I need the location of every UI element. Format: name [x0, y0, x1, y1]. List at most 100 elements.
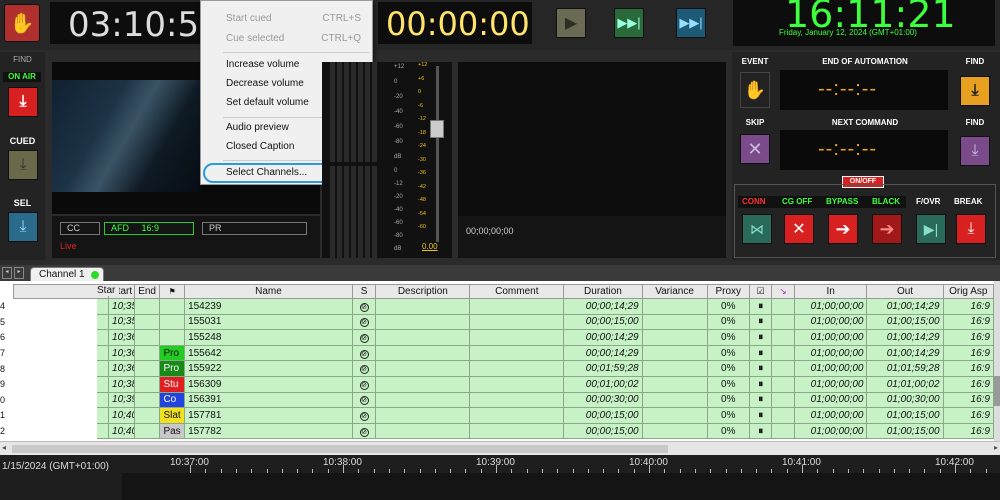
- in-cell[interactable]: 01;00;00;00: [793, 422, 868, 440]
- header-check[interactable]: ☑: [748, 284, 773, 299]
- duration-cell[interactable]: 00;01;00;02: [563, 375, 643, 393]
- name-cell[interactable]: 155248: [184, 329, 353, 346]
- tab-nav-right[interactable]: ▸: [14, 267, 24, 279]
- arrow-cell[interactable]: [771, 298, 795, 315]
- end-cell[interactable]: [133, 298, 161, 315]
- proxy-cell[interactable]: 0%: [706, 313, 750, 331]
- s-cell[interactable]: ⊘: [351, 329, 377, 346]
- check-cell[interactable]: ⏸: [748, 391, 773, 409]
- name-cell[interactable]: 154239: [184, 298, 353, 315]
- comment-cell[interactable]: [469, 407, 565, 424]
- arrow-cell[interactable]: [771, 422, 795, 440]
- description-cell[interactable]: [375, 313, 471, 331]
- start-time-cell[interactable]: 10;36;12;23: [108, 329, 135, 346]
- horizontal-scrollbar[interactable]: ◂ ▸: [0, 441, 1000, 455]
- header-out[interactable]: Out: [866, 284, 944, 299]
- variance-cell[interactable]: [641, 344, 708, 362]
- header-proxy[interactable]: Proxy: [706, 284, 750, 299]
- tag-cell[interactable]: Pas: [159, 422, 186, 440]
- proxy-cell[interactable]: 0%: [706, 391, 750, 409]
- tag-cell[interactable]: [159, 329, 186, 346]
- description-cell[interactable]: [375, 298, 471, 315]
- end-cell[interactable]: [133, 422, 161, 440]
- check-cell[interactable]: ⏸: [748, 375, 773, 393]
- description-cell[interactable]: [375, 329, 471, 346]
- start-time-cell[interactable]: 10;40;12;24: [108, 407, 135, 424]
- conn-button[interactable]: ⋈: [742, 214, 772, 244]
- arrow-cell[interactable]: [771, 329, 795, 346]
- table-row[interactable]: 8⇩10;36;42;22Pro155922⊘00;01;59;280%⏸01;…: [0, 360, 995, 377]
- proxy-cell[interactable]: 0%: [706, 422, 750, 440]
- s-cell[interactable]: ⊘: [351, 407, 377, 424]
- tag-cell[interactable]: Stu: [159, 375, 186, 393]
- comment-cell[interactable]: [469, 422, 565, 440]
- start-time-cell[interactable]: 10;36;42;22: [108, 360, 135, 377]
- skip-button[interactable]: ✕: [740, 134, 770, 164]
- s-cell[interactable]: ⊘: [351, 391, 377, 409]
- in-cell[interactable]: 01;00;00;00: [793, 313, 868, 331]
- header-name[interactable]: Name: [184, 284, 353, 299]
- asp-cell[interactable]: 16:9: [942, 422, 995, 440]
- duration-cell[interactable]: 00;00;14;29: [563, 344, 643, 362]
- table-row[interactable]: 5⇩10;35;57;22155031⊘00;00;15;000%⏸01;00;…: [0, 313, 995, 331]
- table-row[interactable]: 7⇩10;36;27;22Pro155642⊘00;00;14;290%⏸01;…: [0, 344, 995, 362]
- out-cell[interactable]: 01;00;15;00: [866, 422, 944, 440]
- s-cell[interactable]: ⊘: [351, 298, 377, 315]
- variance-cell[interactable]: [641, 391, 708, 409]
- check-cell[interactable]: ⏸: [748, 407, 773, 424]
- bypass-button[interactable]: ➔: [828, 214, 858, 244]
- next-button[interactable]: ▶▶|: [676, 8, 706, 38]
- header-comment[interactable]: Comment: [469, 284, 565, 299]
- cued-find-button[interactable]: ⤓: [8, 150, 38, 180]
- out-cell[interactable]: 01;01;59;28: [866, 360, 944, 377]
- description-cell[interactable]: [375, 391, 471, 409]
- variance-cell[interactable]: [641, 375, 708, 393]
- name-cell[interactable]: 157782: [184, 422, 353, 440]
- menu-item-start-cued[interactable]: Start cued CTRL+S: [201, 13, 373, 29]
- scroll-right-icon[interactable]: ▸: [994, 443, 998, 452]
- asp-cell[interactable]: 16:9: [942, 298, 995, 315]
- duration-cell[interactable]: 00;00;30;00: [563, 391, 643, 409]
- out-cell[interactable]: 01;00;14;29: [866, 298, 944, 315]
- tab-nav-left[interactable]: ◂: [2, 267, 12, 279]
- check-cell[interactable]: ⏸: [748, 298, 773, 315]
- out-cell[interactable]: 01;00;14;29: [866, 329, 944, 346]
- arrow-cell[interactable]: [771, 375, 795, 393]
- black-button[interactable]: ➔: [872, 214, 902, 244]
- scroll-left-icon[interactable]: ◂: [2, 443, 6, 452]
- arrow-cell[interactable]: [771, 391, 795, 409]
- find-next-button[interactable]: ⤓: [960, 76, 990, 106]
- proxy-cell[interactable]: 0%: [706, 298, 750, 315]
- tag-cell[interactable]: Pro: [159, 360, 186, 377]
- start-time-cell[interactable]: 10;40;27;24: [108, 422, 135, 440]
- name-cell[interactable]: 155642: [184, 344, 353, 362]
- comment-cell[interactable]: [469, 344, 565, 362]
- scrollbar-thumb[interactable]: [994, 376, 1000, 406]
- in-cell[interactable]: 01;00;00;00: [793, 360, 868, 377]
- out-cell[interactable]: 01;00;15;00: [866, 407, 944, 424]
- menu-item-cue-selected[interactable]: Cue selected CTRL+Q: [201, 33, 373, 49]
- description-cell[interactable]: [375, 422, 471, 440]
- check-cell[interactable]: ⏸: [748, 360, 773, 377]
- out-cell[interactable]: 01;00;15;00: [866, 313, 944, 331]
- header-s[interactable]: S: [351, 284, 377, 299]
- check-cell[interactable]: ⏸: [748, 329, 773, 346]
- variance-cell[interactable]: [641, 329, 708, 346]
- name-cell[interactable]: 157781: [184, 407, 353, 424]
- asp-cell[interactable]: 16:9: [942, 360, 995, 377]
- in-cell[interactable]: 01;00;00;00: [793, 407, 868, 424]
- variance-cell[interactable]: [641, 407, 708, 424]
- tag-cell[interactable]: Co: [159, 391, 186, 409]
- arrow-cell[interactable]: [771, 344, 795, 362]
- tag-cell[interactable]: Pro: [159, 344, 186, 362]
- comment-cell[interactable]: [469, 360, 565, 377]
- table-row[interactable]: 9⇩10;38;42;21Stu156309⊘00;01;00;020%⏸01;…: [0, 375, 995, 393]
- comment-cell[interactable]: [469, 375, 565, 393]
- sel-find-button[interactable]: ⤓: [8, 212, 38, 242]
- stop-hand-button[interactable]: ✋: [4, 4, 40, 42]
- volume-fader[interactable]: [430, 120, 444, 138]
- variance-cell[interactable]: [641, 313, 708, 331]
- start-time-cell[interactable]: 10;38;42;21: [108, 375, 135, 393]
- table-row[interactable]: 6⇩10;36;12;23155248⊘00;00;14;290%⏸01;00;…: [0, 329, 995, 346]
- asp-cell[interactable]: 16:9: [942, 329, 995, 346]
